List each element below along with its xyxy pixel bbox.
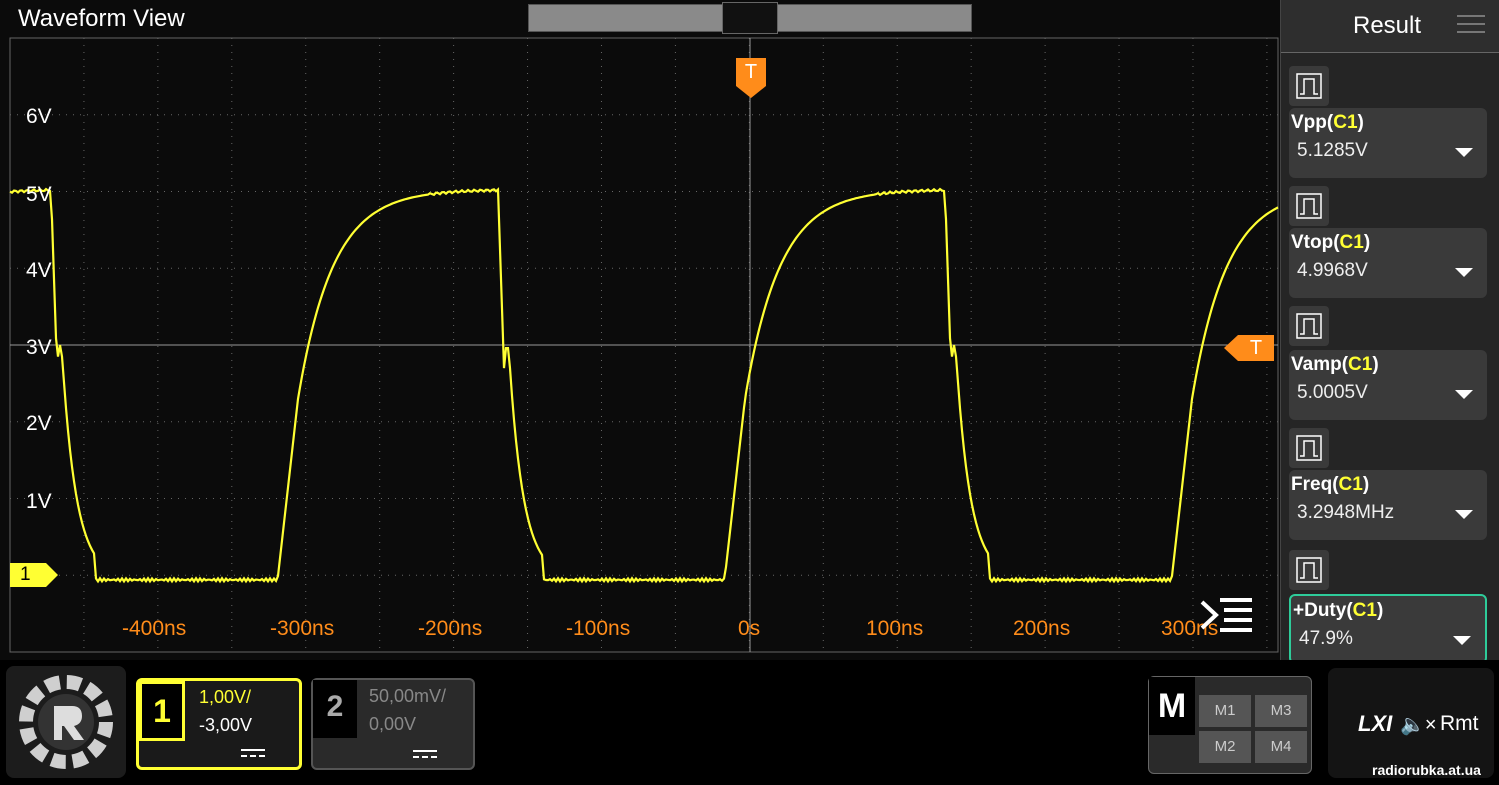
dropdown-arrow-icon[interactable] xyxy=(1455,510,1473,519)
hamburger-icon[interactable] xyxy=(1457,14,1485,34)
measurement-name: Vtop(C1) xyxy=(1291,232,1371,253)
dropdown-arrow-icon[interactable] xyxy=(1453,636,1471,645)
measurement-item[interactable]: Vamp(C1) 5.0005V xyxy=(1289,350,1487,420)
dropdown-arrow-icon[interactable] xyxy=(1455,268,1473,277)
time-label: 200ns xyxy=(1013,617,1071,640)
measurement-item[interactable]: Vpp(C1) 5.1285V xyxy=(1289,108,1487,178)
measurement-value: 4.9968V xyxy=(1297,260,1368,281)
volt-label: 2V xyxy=(26,412,52,435)
measurement-type-icon xyxy=(1289,550,1329,590)
waveform-grid xyxy=(9,37,1279,653)
measurement-name: +Duty(C1) xyxy=(1293,600,1384,621)
dropdown-arrow-icon[interactable] xyxy=(1455,390,1473,399)
window-title: Waveform View xyxy=(18,5,185,32)
math-m2-button[interactable]: M2 xyxy=(1199,731,1251,763)
measurement-value: 5.1285V xyxy=(1297,140,1368,161)
math-menu[interactable]: M M1 M3 M2 M4 xyxy=(1148,676,1312,774)
result-title: Result xyxy=(1353,12,1422,39)
volt-label: 3V xyxy=(26,336,52,359)
lxi-status: LXI xyxy=(1358,711,1393,736)
channel2-number: 2 xyxy=(313,680,357,738)
remote-status: Rmt xyxy=(1440,712,1479,735)
volt-label: 4V xyxy=(26,259,52,282)
time-label: 100ns xyxy=(866,617,924,640)
channel1-offset: -3,00V xyxy=(199,715,253,735)
measurement-type-icon xyxy=(1289,306,1329,346)
time-label: 0s xyxy=(738,617,761,640)
time-label: -200ns xyxy=(418,617,483,640)
gear-icon xyxy=(19,675,113,769)
math-m3-button[interactable]: M3 xyxy=(1255,695,1307,727)
channel2-settings[interactable]: 2 50,00mV/ 0,00V xyxy=(311,678,475,770)
measurement-item[interactable]: +Duty(C1) 47.9% xyxy=(1289,594,1487,664)
result-panel: Result Vpp(C1) 5.1285V Vtop(C1) 4.9968V Vamp… xyxy=(1280,0,1499,664)
measurement-type-icon xyxy=(1289,428,1329,468)
channel1-trace xyxy=(9,187,1279,584)
channel1-settings[interactable]: 1 1,00V/ -3,00V xyxy=(136,678,302,770)
dropdown-arrow-icon[interactable] xyxy=(1455,148,1473,157)
result-header: Result xyxy=(1281,0,1499,53)
home-logo-button[interactable] xyxy=(6,666,126,778)
dc-coupling-icon xyxy=(241,749,265,759)
measurement-name: Vamp(C1) xyxy=(1291,354,1379,375)
trigger-level-marker[interactable]: T xyxy=(1224,335,1274,361)
time-label: -100ns xyxy=(566,617,631,640)
measurement-item[interactable]: Freq(C1) 3.2948MHz xyxy=(1289,470,1487,540)
channel1-number: 1 xyxy=(139,681,185,741)
measurement-item[interactable]: Vtop(C1) 4.9968V xyxy=(1289,228,1487,298)
mute-icon[interactable]: 🔈× xyxy=(1400,712,1437,737)
channel2-offset: 0,00V xyxy=(369,714,417,734)
measurement-type-icon xyxy=(1289,186,1329,226)
time-label: -300ns xyxy=(270,617,335,640)
watermark: radiorubka.at.ua xyxy=(1372,762,1481,778)
time-label: -400ns xyxy=(122,617,187,640)
measurement-value: 3.2948MHz xyxy=(1297,502,1395,523)
channel1-scale: 1,00V/ xyxy=(199,687,252,707)
measurement-name: Freq(C1) xyxy=(1291,474,1370,495)
channel1-offset-marker[interactable]: 1 xyxy=(10,563,58,587)
math-m4-button[interactable]: M4 xyxy=(1255,731,1307,763)
measurement-value: 47.9% xyxy=(1299,628,1353,649)
dc-coupling-icon xyxy=(413,750,437,760)
math-m1-button[interactable]: M1 xyxy=(1199,695,1251,727)
volt-label: 5V xyxy=(26,183,52,206)
measurement-type-icon xyxy=(1289,66,1329,106)
waveform-view[interactable]: Waveform View 6V 5V 4V 3V 2V 1V -400ns -… xyxy=(0,0,1499,660)
measurement-value: 5.0005V xyxy=(1297,382,1368,403)
menu-expand-icon[interactable] xyxy=(1198,596,1254,634)
volt-label: 6V xyxy=(26,105,52,128)
volt-label: 1V xyxy=(26,490,52,513)
channel2-scale: 50,00mV/ xyxy=(369,686,447,706)
measurement-name: Vpp(C1) xyxy=(1291,112,1364,133)
math-label: M xyxy=(1149,677,1195,735)
time-overview-window[interactable] xyxy=(722,2,778,34)
trigger-position-marker[interactable]: T xyxy=(736,58,766,98)
